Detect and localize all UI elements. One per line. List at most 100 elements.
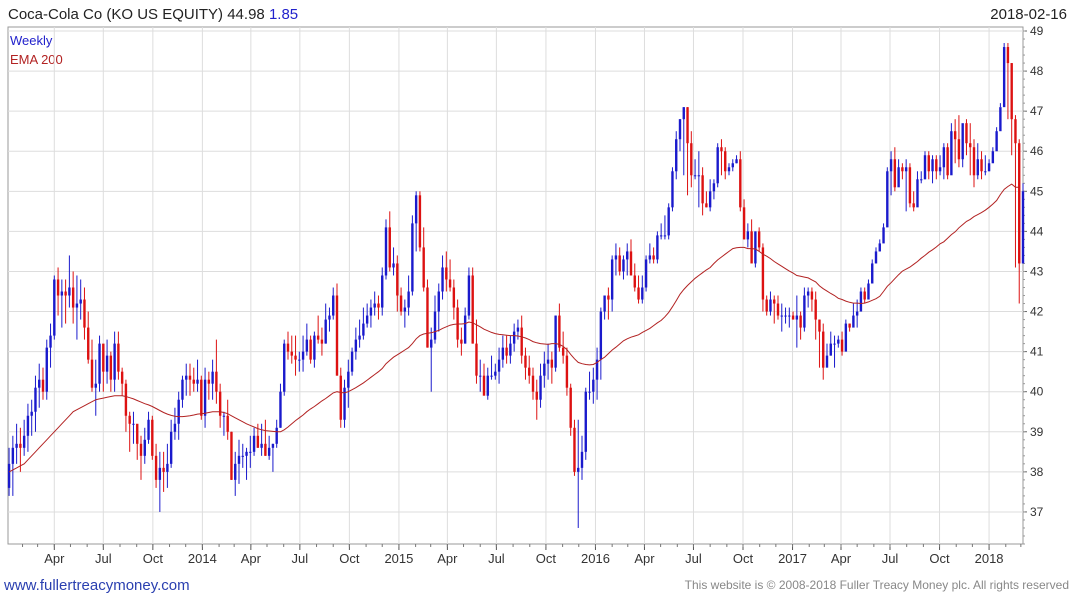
candle-body xyxy=(610,259,614,300)
candle-body xyxy=(882,227,885,244)
candle-body xyxy=(893,159,897,188)
candle-body xyxy=(953,131,957,140)
candle-body xyxy=(957,139,961,160)
candle-body xyxy=(995,131,998,152)
candle-body xyxy=(249,451,252,453)
candle-body xyxy=(708,191,712,208)
candle-body xyxy=(987,163,991,172)
candle-body xyxy=(264,443,267,456)
candle-body xyxy=(701,175,704,204)
candle-body xyxy=(531,375,535,392)
candle-body xyxy=(403,307,407,312)
candle-body xyxy=(871,263,874,284)
candle-body xyxy=(848,323,851,328)
candle-body xyxy=(45,347,48,392)
candle-body xyxy=(320,339,324,344)
candle-body xyxy=(226,415,229,432)
candle-body xyxy=(109,355,113,380)
candle-body xyxy=(120,371,124,384)
candle-body xyxy=(769,299,772,312)
x-tick-label: Oct xyxy=(733,551,754,566)
candle-body xyxy=(863,291,866,300)
candle-body xyxy=(30,411,33,416)
candle-body xyxy=(972,147,976,176)
candle-body xyxy=(528,367,531,376)
x-tick-label: Jul xyxy=(95,551,112,566)
candle-body xyxy=(923,155,927,180)
candle-body xyxy=(878,243,881,252)
candle-body xyxy=(784,315,787,317)
x-tick-label: 2015 xyxy=(384,551,413,566)
candle-body xyxy=(298,359,301,361)
candle-body xyxy=(795,315,799,320)
x-tick-label: Apr xyxy=(634,551,655,566)
candle-body xyxy=(761,247,765,300)
candle-body xyxy=(509,343,512,356)
candle-body xyxy=(482,375,486,396)
candle-body xyxy=(75,303,79,308)
x-tick-label: Apr xyxy=(241,551,262,566)
candle-body xyxy=(765,299,768,312)
candle-body xyxy=(524,355,527,368)
candle-body xyxy=(577,467,580,472)
candle-body xyxy=(166,463,169,472)
candle-body xyxy=(727,167,731,172)
candle-body xyxy=(267,447,271,456)
candle-body xyxy=(422,247,425,288)
candle-body xyxy=(629,251,633,276)
candle-body xyxy=(501,347,505,360)
candle-body xyxy=(671,171,674,208)
candle-body xyxy=(56,279,60,296)
candle-body xyxy=(833,343,836,345)
candle-body xyxy=(256,435,260,448)
candle-body xyxy=(124,383,128,416)
candle-body xyxy=(938,167,942,172)
candle-body xyxy=(463,315,467,344)
candle-body xyxy=(151,419,154,456)
candle-body xyxy=(452,287,456,308)
candle-body xyxy=(573,427,576,472)
candle-body xyxy=(791,315,795,320)
x-tick-label: Oct xyxy=(143,551,164,566)
candle-body xyxy=(486,375,489,396)
candle-body xyxy=(678,119,682,140)
candle-body xyxy=(1014,119,1017,144)
y-tick-label: 39 xyxy=(1030,425,1044,439)
candle-body xyxy=(641,287,644,300)
candle-body xyxy=(200,379,203,416)
candle-body xyxy=(1018,143,1021,264)
candle-body xyxy=(494,371,497,376)
candle-body xyxy=(388,227,391,268)
candle-body xyxy=(396,263,399,296)
candle-body xyxy=(1021,191,1025,264)
x-tick-label: Oct xyxy=(536,551,557,566)
candle-body xyxy=(776,303,780,316)
candle-body xyxy=(241,455,244,457)
y-tick-label: 48 xyxy=(1030,64,1044,78)
candle-body xyxy=(599,311,603,360)
candle-body xyxy=(607,295,610,300)
candle-body xyxy=(667,207,670,236)
candle-body xyxy=(68,287,71,296)
candle-body xyxy=(931,159,934,172)
candle-body xyxy=(354,339,358,352)
candle-body xyxy=(283,343,286,392)
candle-body xyxy=(999,107,1002,132)
candle-body xyxy=(720,147,723,152)
y-tick-label: 47 xyxy=(1030,104,1044,118)
site-link[interactable]: www.fullertreacymoney.com xyxy=(4,577,190,594)
candle-body xyxy=(614,255,618,260)
candle-body xyxy=(313,335,316,360)
candle-body xyxy=(188,375,192,380)
candle-body xyxy=(512,331,516,344)
candle-body xyxy=(580,451,584,468)
candle-body xyxy=(840,339,844,352)
candle-body xyxy=(950,131,953,176)
x-tick-label: Jul xyxy=(685,551,702,566)
candle-body xyxy=(739,159,742,208)
x-tick-label: Jul xyxy=(882,551,899,566)
candle-body xyxy=(207,379,211,384)
candle-body xyxy=(920,179,923,181)
candle-body xyxy=(886,171,889,228)
candle-body xyxy=(592,379,595,392)
